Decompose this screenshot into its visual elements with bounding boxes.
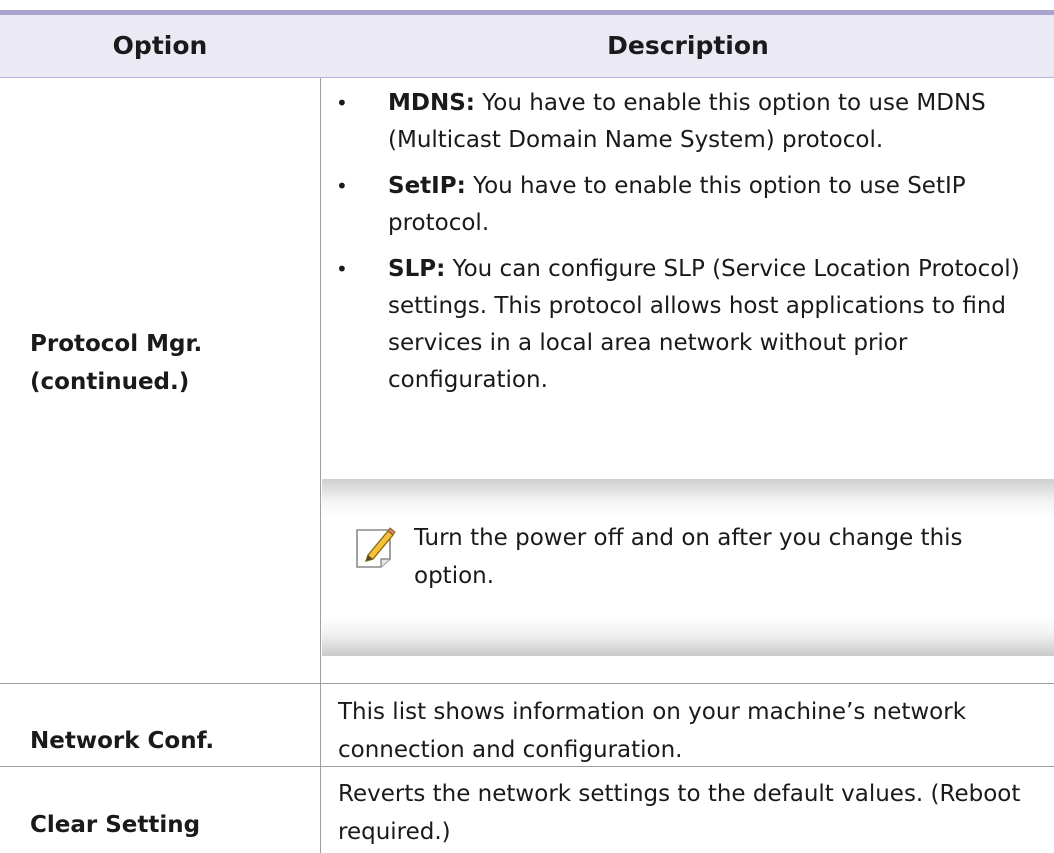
column-divider [320, 78, 321, 853]
table-header-row: Option Description [0, 15, 1054, 78]
option-protocol-mgr: Protocol Mgr. (continued.) [30, 325, 202, 401]
option-protocol-mgr-line2: (continued.) [30, 369, 190, 395]
text-setip: You have to enable this option to use Se… [388, 173, 966, 236]
header-description: Description [607, 31, 769, 60]
protocol-bullet-list: • MDNS: You have to enable this option t… [330, 85, 1046, 408]
note-text: Turn the power off and on after you chan… [414, 525, 963, 589]
options-table: Option Description Protocol Mgr. (contin… [0, 0, 1054, 853]
description-network-conf: This list shows information on your mach… [338, 699, 967, 763]
note-box: Turn the power off and on after you chan… [322, 479, 1054, 656]
text-mdns: You have to enable this option to use MD… [388, 90, 986, 153]
list-item-mdns: • MDNS: You have to enable this option t… [330, 85, 1046, 159]
bullet-dot: • [336, 257, 348, 281]
bullet-dot: • [336, 174, 348, 198]
term-mdns: MDNS: [388, 90, 475, 116]
option-protocol-mgr-line1: Protocol Mgr. [30, 331, 203, 357]
list-item-slp: • SLP: You can configure SLP (Service Lo… [330, 251, 1046, 399]
option-clear-setting: Clear Setting [30, 812, 201, 838]
description-clear-setting: Reverts the network settings to the defa… [338, 781, 1021, 845]
bullet-dot: • [336, 91, 348, 115]
text-slp: You can configure SLP (Service Location … [388, 256, 1020, 393]
note-pencil-icon [356, 527, 396, 568]
row-divider [0, 766, 1054, 767]
option-network-conf: Network Conf. [30, 728, 215, 754]
term-slp: SLP: [388, 256, 446, 282]
term-setip: SetIP: [388, 173, 466, 199]
list-item-setip: • SetIP: You have to enable this option … [330, 168, 1046, 242]
header-option: Option [112, 31, 208, 60]
row-divider [0, 683, 1054, 684]
